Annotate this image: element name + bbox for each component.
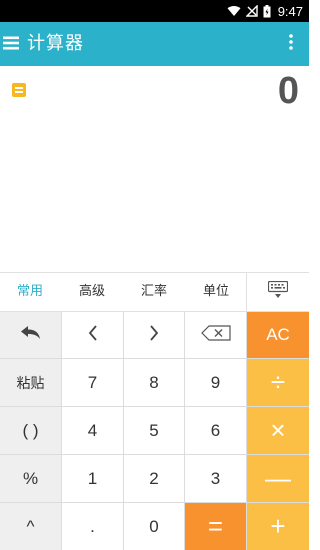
digit-6-button[interactable]: 6	[185, 407, 246, 454]
digit-4-button[interactable]: 4	[62, 407, 123, 454]
status-icons: 9:47	[227, 0, 303, 22]
undo-icon	[20, 325, 41, 345]
divide-button[interactable]: ÷	[247, 359, 309, 406]
digit-5-button[interactable]: 5	[124, 407, 184, 454]
clear-all-button[interactable]: AC	[247, 312, 309, 358]
cursor-right-button[interactable]	[124, 312, 184, 358]
display-value: 0	[277, 70, 299, 112]
tab-advanced[interactable]: 高级	[62, 273, 122, 311]
digit-0-button[interactable]: 0	[124, 503, 184, 550]
cursor-left-icon	[88, 324, 98, 346]
tab-unit[interactable]: 单位	[186, 273, 246, 311]
wifi-icon	[227, 5, 241, 17]
parentheses-button[interactable]: ( )	[0, 407, 61, 454]
power-button[interactable]: ^	[0, 503, 61, 550]
display-area: 0	[0, 66, 309, 272]
history-icon[interactable]	[12, 83, 26, 97]
tab-exchange-rate[interactable]: 汇率	[124, 273, 184, 311]
keyboard-icon	[267, 280, 289, 303]
backspace-icon	[200, 324, 231, 346]
status-time: 9:47	[277, 3, 303, 19]
equals-button[interactable]: =	[185, 503, 246, 550]
tab-common[interactable]: 常用	[0, 273, 60, 311]
menu-icon	[3, 35, 19, 54]
app-bar: 计算器	[0, 22, 309, 66]
digit-9-button[interactable]: 9	[185, 359, 246, 406]
digit-3-button[interactable]: 3	[185, 455, 246, 502]
more-vert-icon	[289, 34, 293, 54]
keypad: AC 粘贴 7 8 9 ÷ ( ) 4 5 6 × % 1 2 3 — ^ . …	[0, 312, 309, 550]
plus-button[interactable]: +	[247, 503, 309, 550]
backspace-button[interactable]	[185, 312, 246, 358]
more-options-button[interactable]	[283, 22, 299, 66]
digit-2-button[interactable]: 2	[124, 455, 184, 502]
status-bar: 9:47	[0, 0, 309, 22]
no-signal-icon	[245, 5, 258, 17]
cursor-left-button[interactable]	[62, 312, 123, 358]
menu-button[interactable]	[0, 22, 22, 66]
digit-1-button[interactable]: 1	[62, 455, 123, 502]
keyboard-toggle-button[interactable]	[247, 273, 309, 311]
percent-button[interactable]: %	[0, 455, 61, 502]
battery-icon	[263, 4, 271, 18]
mode-tabs: 常用 高级 汇率 单位	[0, 272, 309, 312]
undo-button[interactable]	[0, 312, 61, 358]
multiply-button[interactable]: ×	[247, 407, 309, 454]
digit-8-button[interactable]: 8	[124, 359, 184, 406]
minus-button[interactable]: —	[247, 455, 309, 502]
app-title: 计算器	[27, 33, 84, 54]
digit-7-button[interactable]: 7	[62, 359, 123, 406]
paste-button[interactable]: 粘贴	[0, 359, 61, 406]
decimal-point-button[interactable]: .	[62, 503, 123, 550]
cursor-right-icon	[149, 324, 159, 346]
